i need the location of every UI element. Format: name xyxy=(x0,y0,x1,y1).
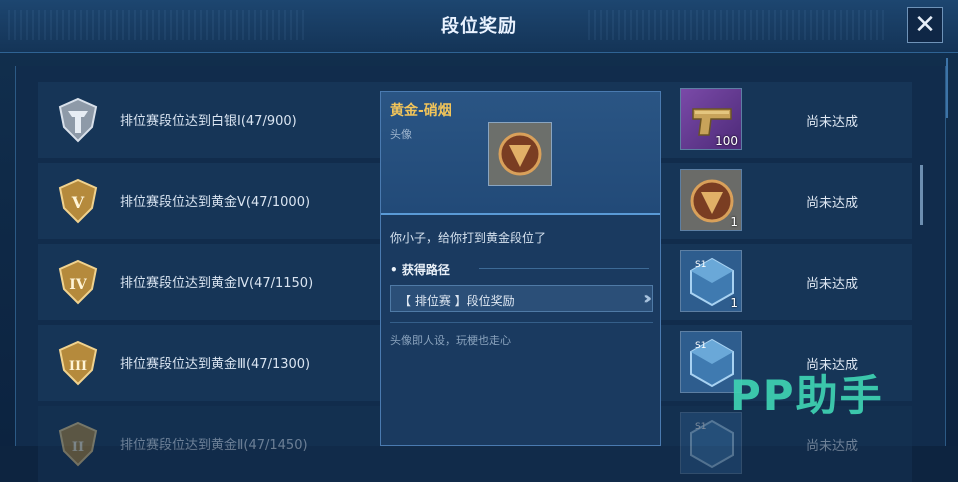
svg-text:S1: S1 xyxy=(695,341,706,351)
divider xyxy=(479,268,649,269)
badge-numeral: II xyxy=(72,440,84,455)
double-chevron-right-icon: ›› xyxy=(643,288,652,309)
popup-title: 黄金-硝烟 xyxy=(390,103,452,119)
badge-numeral: V xyxy=(71,193,85,212)
reward-quantity: 1 xyxy=(730,296,738,310)
badge-numeral: IV xyxy=(69,277,88,293)
avatar-preview xyxy=(488,122,552,186)
item-detail-popup: 黄金-硝烟 头像 你小子，给你打到黄金段位了 • 获得路径 【 排位赛 】段位奖… xyxy=(380,91,661,446)
row-requirement: 排位赛段位达到白银Ⅰ(47/900) xyxy=(120,114,297,129)
popup-header: 黄金-硝烟 头像 xyxy=(381,92,660,215)
row-requirement: 排位赛段位达到黄金Ⅱ(47/1450) xyxy=(120,438,308,453)
avatar-frame-icon xyxy=(489,123,551,185)
title-bar: 段位奖励 ✕ xyxy=(0,0,958,53)
source-button-label: 【 排位赛 】段位奖励 xyxy=(399,294,515,308)
rank-badge-gold-icon: II xyxy=(58,421,98,467)
scrollbar[interactable] xyxy=(920,165,923,225)
side-decoration xyxy=(940,58,948,118)
source-button[interactable]: 【 排位赛 】段位奖励 ›› xyxy=(390,285,653,312)
rank-badge-gold-icon: V xyxy=(58,178,98,224)
rank-badge-gold-icon: III xyxy=(58,340,98,386)
reward-item[interactable]: S1 1 xyxy=(680,250,742,312)
source-heading: • 获得路径 xyxy=(390,263,450,277)
row-status: 尚未达成 xyxy=(806,115,859,130)
watermark: PP助手 xyxy=(730,371,884,420)
popup-note: 头像即人设，玩梗也走心 xyxy=(390,334,511,347)
row-status: 尚未达成 xyxy=(806,196,859,211)
row-status: 尚未达成 xyxy=(806,277,859,292)
row-requirement: 排位赛段位达到黄金Ⅳ(47/1150) xyxy=(120,276,314,291)
reward-item[interactable]: 1 xyxy=(680,169,742,231)
row-requirement: 排位赛段位达到黄金Ⅴ(47/1000) xyxy=(120,195,311,210)
close-button[interactable]: ✕ xyxy=(907,7,943,43)
rank-badge-gold-icon: IV xyxy=(58,259,98,305)
badge-numeral: III xyxy=(69,359,87,374)
popup-subtitle: 头像 xyxy=(390,128,412,141)
row-requirement: 排位赛段位达到黄金Ⅲ(47/1300) xyxy=(120,357,311,372)
row-status: 尚未达成 xyxy=(806,439,859,454)
reward-quantity: 1 xyxy=(730,215,738,229)
rank-badge-silver-icon xyxy=(58,97,98,143)
window-title: 段位奖励 xyxy=(441,16,517,37)
reward-window: 段位奖励 ✕ 排位赛段位达到白银Ⅰ(47/900) 100 尚未达成 V 排位赛… xyxy=(0,0,958,482)
reward-item[interactable]: 100 xyxy=(680,88,742,150)
svg-text:S1: S1 xyxy=(695,422,706,432)
popup-description: 你小子，给你打到黄金段位了 xyxy=(390,231,547,245)
divider xyxy=(390,322,653,323)
svg-text:S1: S1 xyxy=(695,260,706,270)
reward-quantity: 100 xyxy=(715,134,738,148)
